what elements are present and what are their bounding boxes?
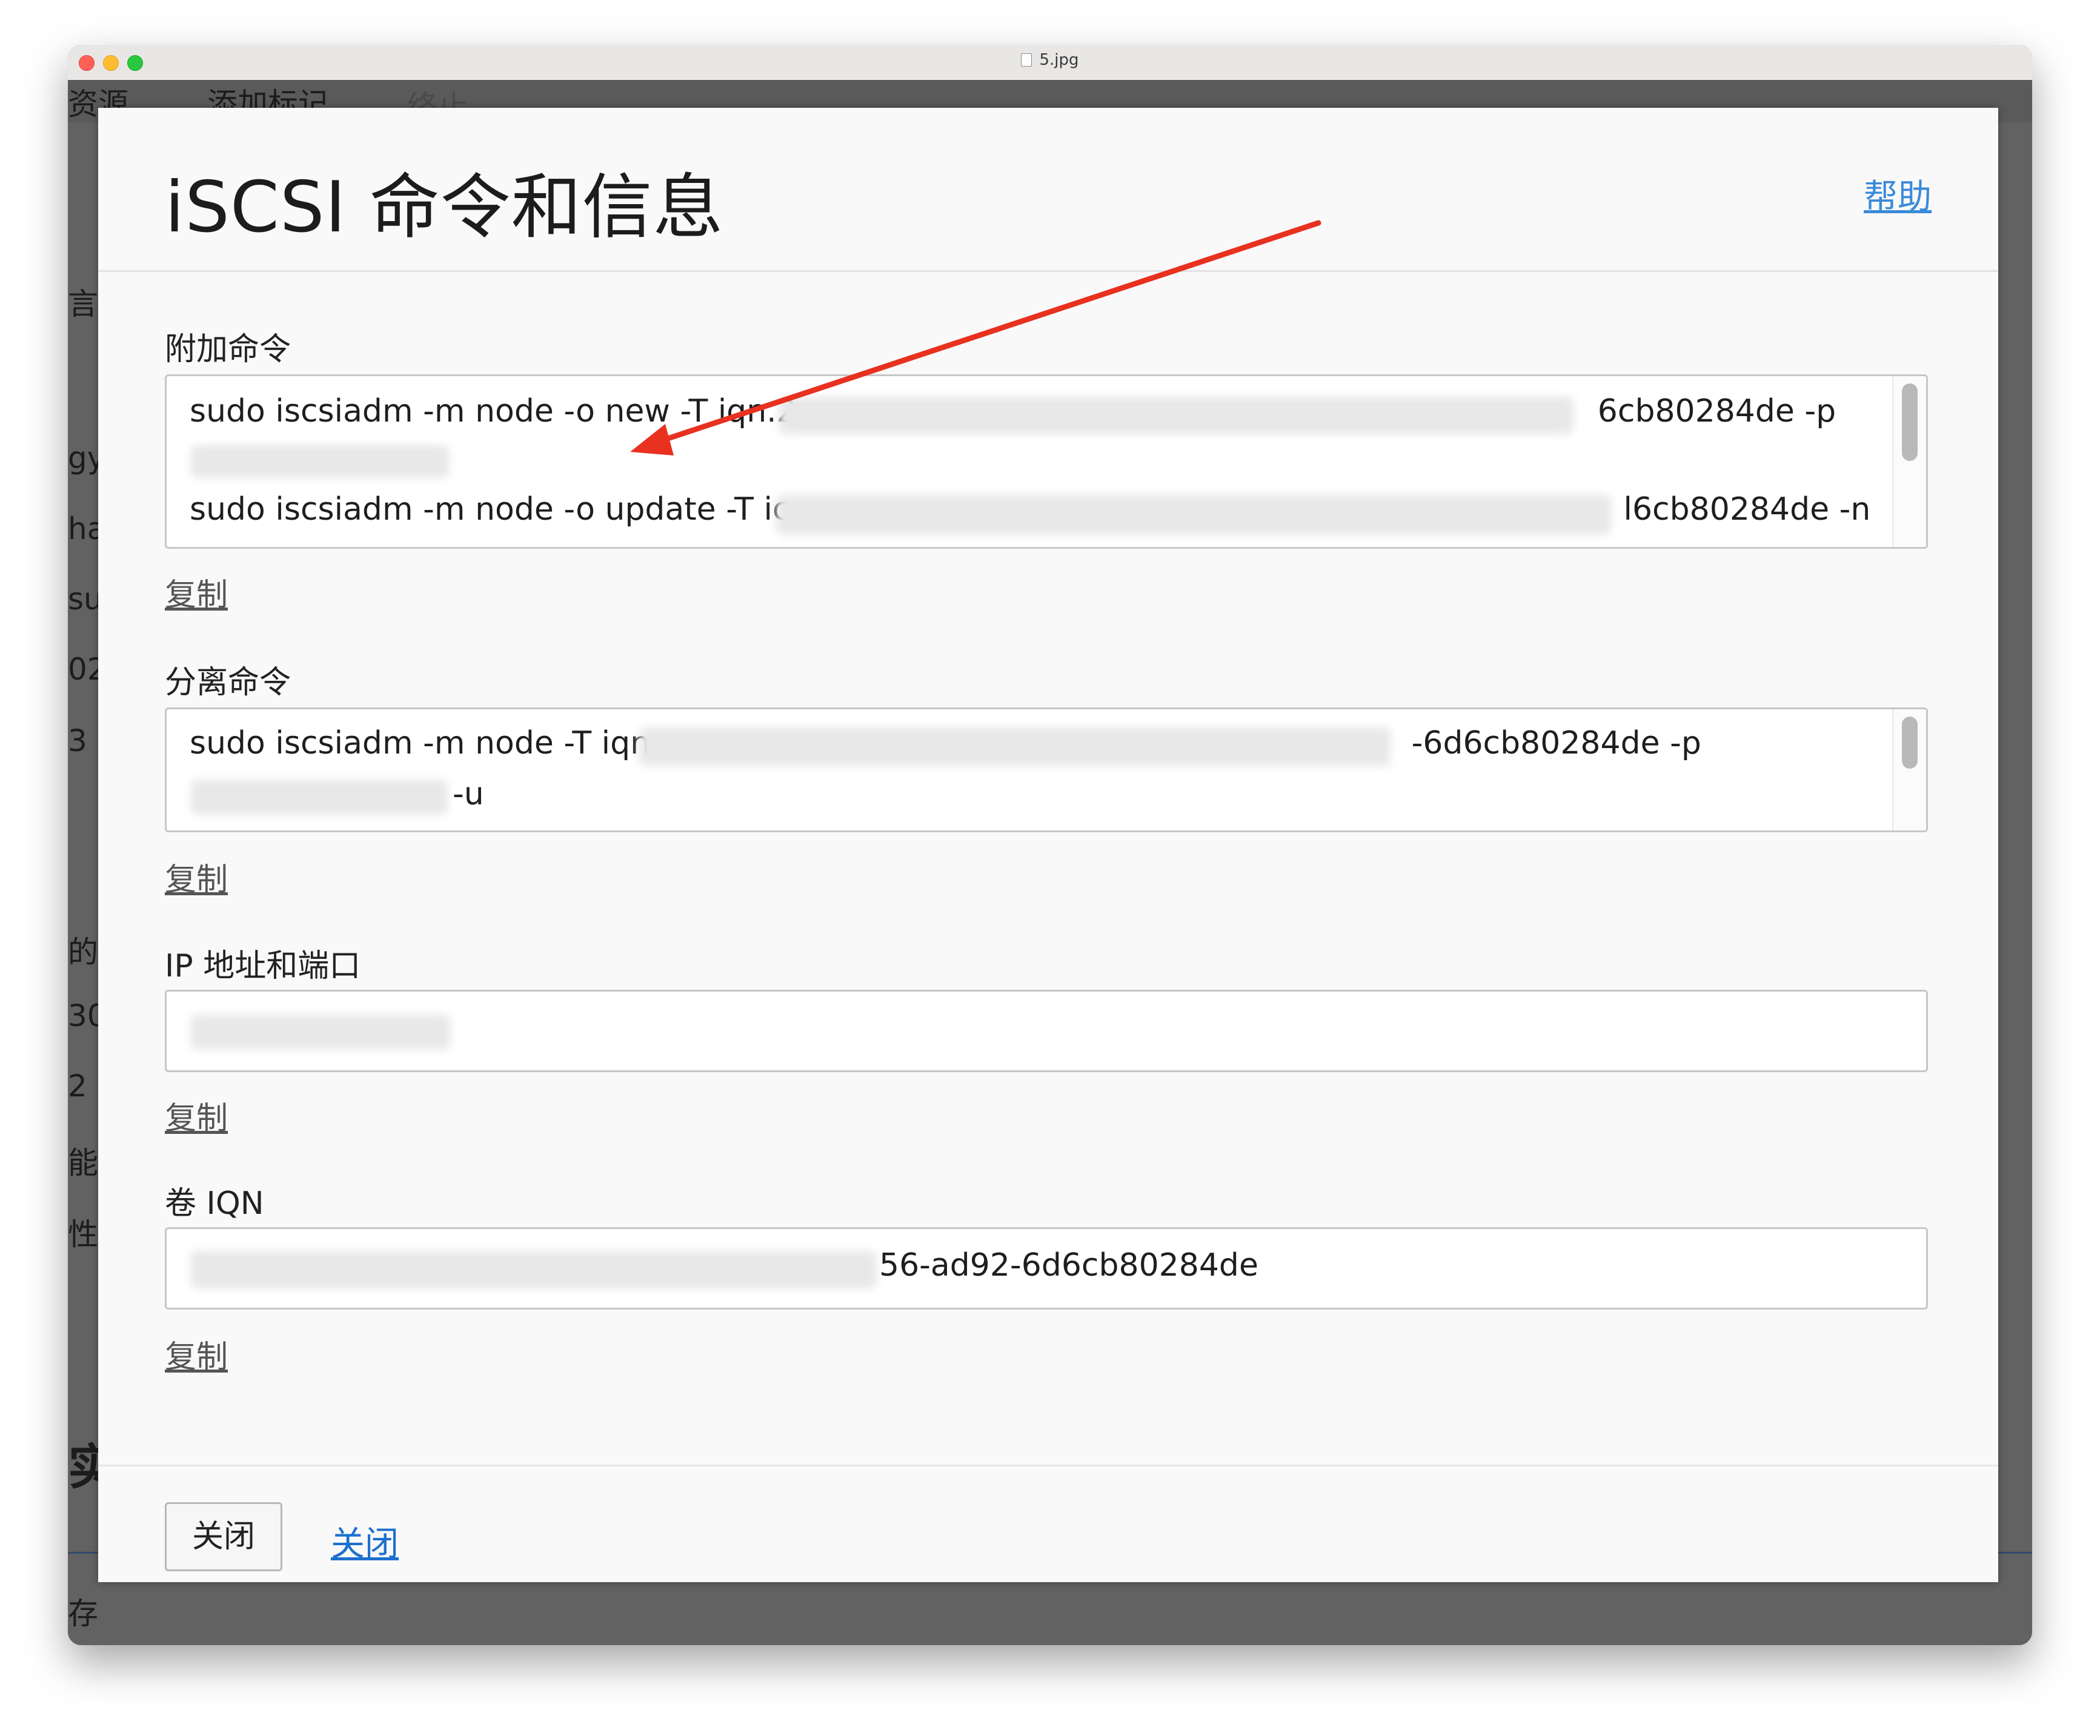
annotation-arrow-shaft [657,220,1321,444]
annotation-arrow [630,220,1321,456]
annotation-arrow-head [630,424,674,456]
